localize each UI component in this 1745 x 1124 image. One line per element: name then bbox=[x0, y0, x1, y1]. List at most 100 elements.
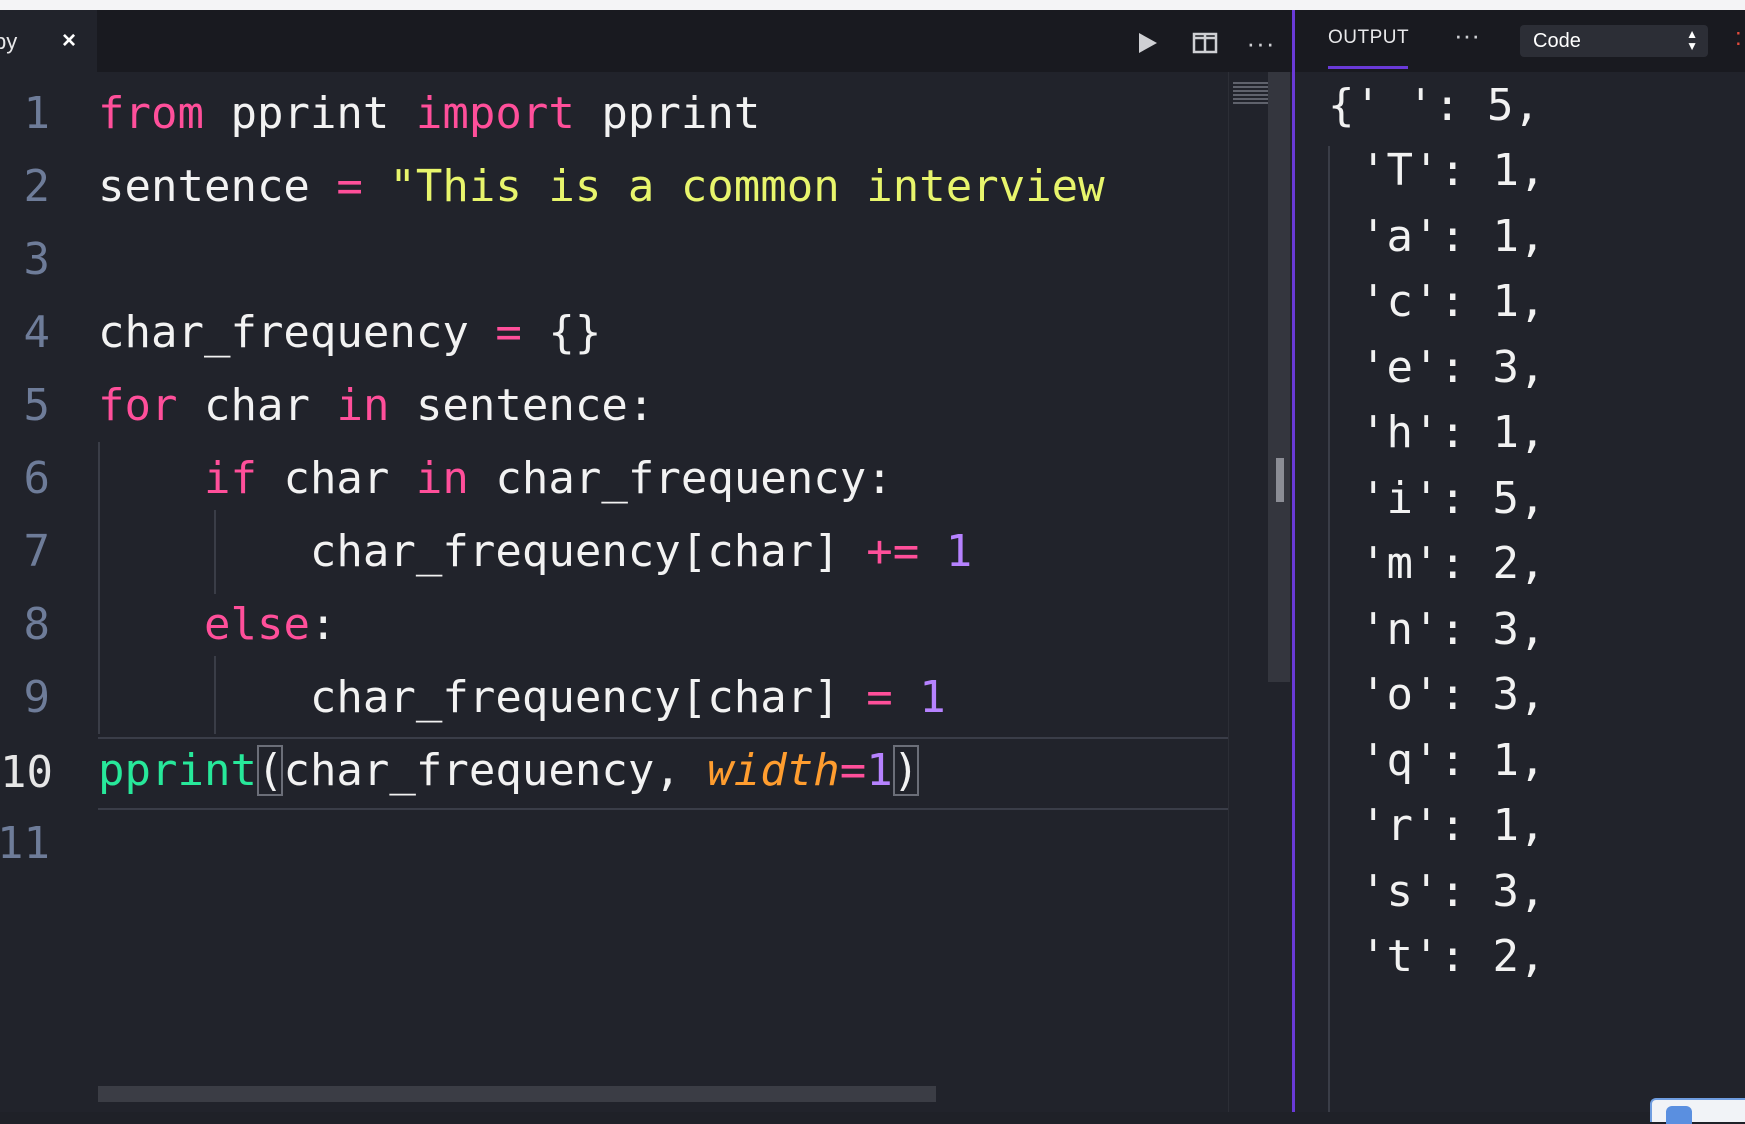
split-view-icon bbox=[1192, 32, 1218, 54]
code-text: char_frequency[char] += 1 bbox=[98, 526, 972, 577]
identifier: pprint bbox=[230, 88, 390, 139]
code-line[interactable]: 1 from pprint import pprint bbox=[0, 80, 1228, 153]
tab-output[interactable]: OUTPUT bbox=[1328, 27, 1409, 49]
identifier: sentence: bbox=[415, 380, 655, 431]
operator: = bbox=[495, 307, 522, 358]
line-number: 3 bbox=[23, 234, 51, 285]
identifier: sentence bbox=[98, 161, 310, 212]
operator: += bbox=[866, 526, 920, 577]
output-line: 'o': 3, bbox=[1360, 669, 1546, 720]
output-console[interactable]: {' ': 5, 'T': 1, 'a': 1, 'c': 1, 'e': 3,… bbox=[1295, 80, 1745, 1112]
output-header: OUTPUT ··· Code ▲ ▼ : bbox=[1295, 10, 1745, 72]
line-number: 9 bbox=[23, 672, 51, 723]
active-tab-indicator bbox=[1328, 66, 1408, 69]
code-text: for char in sentence: bbox=[98, 380, 654, 431]
identifier: char bbox=[203, 380, 310, 431]
line-number: 4 bbox=[23, 307, 51, 358]
code-line[interactable]: 9 char_frequency[char] = 1 bbox=[0, 664, 1228, 737]
operator: = bbox=[839, 745, 867, 796]
code-text: from pprint import pprint bbox=[98, 88, 760, 139]
keyword: in bbox=[336, 380, 390, 431]
dict-literal: {} bbox=[548, 307, 602, 358]
line-number: 7 bbox=[23, 526, 51, 577]
output-line: 'e': 3, bbox=[1360, 342, 1546, 393]
output-line: 'i': 5, bbox=[1360, 473, 1546, 524]
keyword: from bbox=[98, 88, 204, 139]
code-line[interactable]: 5 for char in sentence: bbox=[0, 372, 1228, 445]
code-text: if char in char_frequency: bbox=[98, 453, 893, 504]
output-line: 'n': 3, bbox=[1360, 604, 1546, 655]
output-line: 't': 2, bbox=[1360, 931, 1546, 982]
more-actions-button[interactable]: ··· bbox=[1246, 28, 1276, 58]
code-line[interactable]: 8 else: bbox=[0, 591, 1228, 664]
output-pane: OUTPUT ··· Code ▲ ▼ : {' ': 5, 'T': 1, 'a… bbox=[1295, 10, 1745, 1112]
function-name: pprint bbox=[98, 745, 257, 796]
code-line[interactable]: 2 sentence = "This is a common interview bbox=[0, 153, 1228, 226]
output-line: 'h': 1, bbox=[1360, 407, 1546, 458]
widget-icon bbox=[1666, 1106, 1692, 1124]
output-line: 'a': 1, bbox=[1360, 211, 1546, 262]
output-mode-select[interactable]: Code ▲ ▼ bbox=[1520, 25, 1708, 57]
line-number: 1 bbox=[23, 88, 51, 139]
output-line: 'r': 1, bbox=[1360, 800, 1546, 851]
minimap-preview bbox=[1233, 82, 1273, 104]
code-text: char_frequency[char] = 1 bbox=[98, 672, 946, 723]
output-line: 'q': 1, bbox=[1360, 735, 1546, 786]
floating-widget[interactable] bbox=[1650, 1098, 1745, 1124]
code-text: sentence = "This is a common interview bbox=[98, 161, 1105, 212]
keyword: import bbox=[415, 88, 575, 139]
keyword: if bbox=[203, 453, 257, 504]
line-number: 11 bbox=[0, 818, 50, 869]
output-more-button[interactable]: ··· bbox=[1454, 22, 1480, 48]
code-editor[interactable]: 1 from pprint import pprint 2 sentence =… bbox=[0, 80, 1228, 1090]
file-tab[interactable]: py × bbox=[0, 10, 97, 72]
bracket-match: ( bbox=[256, 745, 284, 796]
identifier: char_frequency bbox=[98, 307, 469, 358]
code-line[interactable]: 4 char_frequency = {} bbox=[0, 299, 1228, 372]
window-top-strip bbox=[0, 0, 1745, 10]
output-line: 's': 3, bbox=[1360, 866, 1546, 917]
horizontal-scrollbar[interactable] bbox=[98, 1086, 936, 1102]
identifier: char_frequency[char] bbox=[309, 672, 840, 723]
line-number: 2 bbox=[23, 161, 51, 212]
operator: = bbox=[866, 672, 893, 723]
line-number: 6 bbox=[23, 453, 51, 504]
split-editor-button[interactable] bbox=[1190, 28, 1220, 58]
editor-pane: py × ··· 1 from pprint import pprint 2 s… bbox=[0, 10, 1292, 1112]
output-line: 'c': 1, bbox=[1360, 276, 1546, 327]
identifier: char_frequency[char] bbox=[309, 526, 840, 577]
output-line: 'm': 2, bbox=[1360, 538, 1546, 589]
vertical-scrollbar[interactable] bbox=[1268, 72, 1290, 682]
indent-guide bbox=[1328, 146, 1330, 1112]
current-code-line[interactable]: 10 pprint(char_frequency, width=1) bbox=[0, 737, 1228, 810]
punctuation: : bbox=[309, 599, 337, 650]
identifier: char_frequency, bbox=[283, 745, 708, 796]
close-tab-icon[interactable]: × bbox=[62, 27, 76, 55]
output-line: 'T': 1, bbox=[1360, 145, 1546, 196]
code-text: char_frequency = {} bbox=[98, 307, 601, 358]
keyword-argument: width bbox=[707, 745, 840, 796]
run-button[interactable] bbox=[1133, 28, 1163, 58]
output-line: {' ': 5, bbox=[1328, 80, 1540, 131]
code-text: else: bbox=[98, 599, 336, 650]
code-line[interactable]: 11 bbox=[0, 810, 1228, 883]
line-number: 8 bbox=[23, 599, 51, 650]
number-literal: 1 bbox=[945, 526, 973, 577]
number-literal: 1 bbox=[919, 672, 946, 723]
file-tab-label: py bbox=[0, 29, 18, 54]
code-line[interactable]: 7 char_frequency[char] += 1 bbox=[0, 518, 1228, 591]
code-text: pprint(char_frequency, width=1) bbox=[98, 745, 920, 796]
close-output-icon[interactable]: : bbox=[1735, 24, 1742, 52]
vertical-scroll-thumb[interactable] bbox=[1276, 458, 1284, 502]
play-icon bbox=[1139, 33, 1157, 53]
output-mode-value: Code bbox=[1533, 30, 1581, 52]
editor-tab-bar: py × ··· bbox=[0, 10, 1292, 72]
line-number: 5 bbox=[23, 380, 51, 431]
code-line[interactable]: 6 if char in char_frequency: bbox=[0, 445, 1228, 518]
identifier: char bbox=[283, 453, 390, 504]
keyword: in bbox=[415, 453, 469, 504]
select-arrows-icon: ▲ ▼ bbox=[1686, 27, 1698, 53]
identifier: char_frequency: bbox=[495, 453, 893, 504]
keyword: else bbox=[203, 599, 310, 650]
code-line[interactable]: 3 bbox=[0, 226, 1228, 299]
